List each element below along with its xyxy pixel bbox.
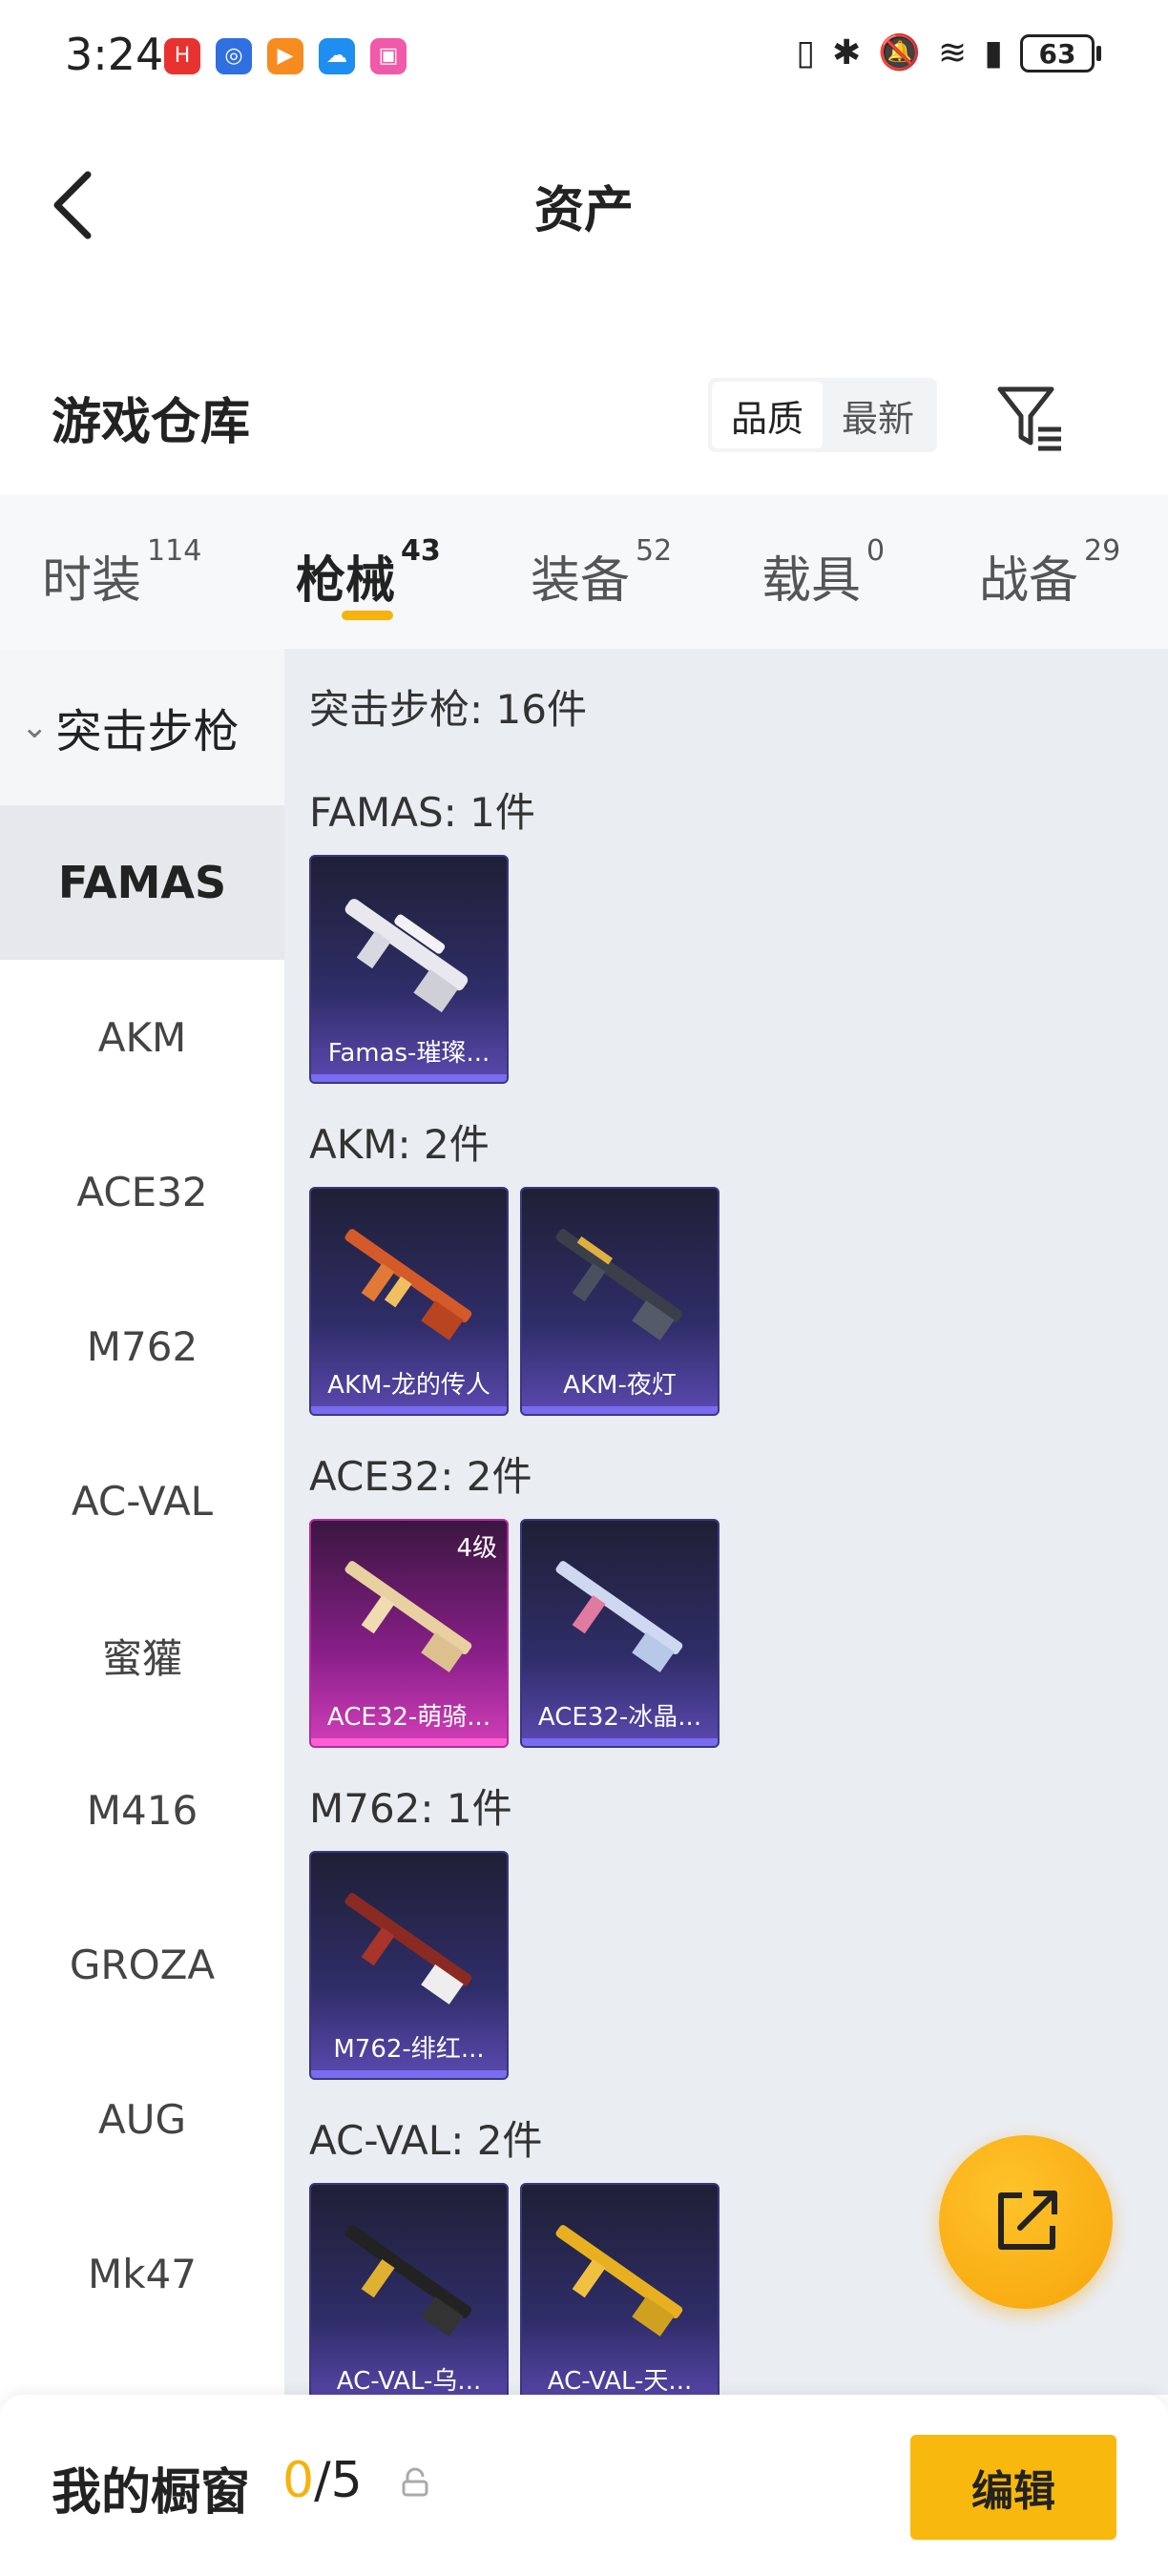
wifi-icon: ≋ xyxy=(938,33,968,73)
content-title: 突击步枪: 16件 xyxy=(309,686,587,733)
sidebar-item-famas[interactable]: FAMAS xyxy=(0,805,284,960)
weapon-card-ac-val-1[interactable]: AC-VAL-乌... xyxy=(309,2183,509,2395)
video-app-icon: ▶ xyxy=(267,38,303,74)
tab-equipment[interactable]: 装备52 xyxy=(531,534,672,612)
weapon-card-famas[interactable]: Famas-璀璨... xyxy=(309,855,509,1084)
notification-app-icons: H ◎ ▶ ☁ ▣ xyxy=(164,38,407,74)
lock-icon xyxy=(402,2467,428,2497)
weapon-card-akm-night-light[interactable]: AKM-夜灯 xyxy=(520,1187,720,1416)
sidebar-item-m762[interactable]: M762 xyxy=(0,1269,284,1423)
section-title: 游戏仓库 xyxy=(52,394,251,451)
showcase-count: 0/5 xyxy=(282,2452,363,2509)
mute-bell-icon: 🔕 xyxy=(878,33,922,73)
weapon-card-ac-val-2[interactable]: AC-VAL-天... xyxy=(520,2183,720,2395)
group-title-famas: FAMAS: 1件 xyxy=(309,789,535,836)
sort-toggle: 品质 最新 xyxy=(708,378,937,452)
tab-firearms[interactable]: 枪械43 xyxy=(296,534,441,612)
nfc-icon: ▯ xyxy=(796,33,816,73)
system-icons: ▯ ✱ 🔕 ≋ ▮ 63 xyxy=(796,34,1101,73)
bluetooth-icon: ✱ xyxy=(832,33,862,73)
sidebar-item-ac-val[interactable]: AC-VAL xyxy=(0,1423,284,1578)
page-title: 资产 xyxy=(533,182,634,239)
group-title-akm: AKM: 2件 xyxy=(309,1121,490,1168)
edit-button[interactable]: 编辑 xyxy=(910,2435,1116,2540)
filter-button[interactable] xyxy=(992,380,1069,456)
share-button[interactable] xyxy=(939,2135,1113,2309)
weapon-card-ace32-knight[interactable]: 4级 ACE32-萌骑... xyxy=(309,1519,509,1748)
huawei-app-icon: H xyxy=(164,38,200,74)
sidebar-item-m416[interactable]: M416 xyxy=(0,1733,284,1887)
weapon-card-akm-dragon[interactable]: AKM-龙的传人 xyxy=(309,1187,509,1416)
tab-vehicles[interactable]: 载具0 xyxy=(761,534,885,612)
sidebar-item-ace32[interactable]: ACE32 xyxy=(0,1114,284,1269)
category-tabs: 时装114 枪械43 装备52 载具0 战备29 xyxy=(0,494,1168,649)
rifle-image-icon xyxy=(344,1893,472,2005)
sidebar-category-assault-rifle[interactable]: ⌄ 突击步枪 xyxy=(0,649,284,805)
showcase-title: 我的橱窗 xyxy=(52,2464,251,2522)
bulb-app-icon: ◎ xyxy=(216,38,252,74)
sidebar-item-akm[interactable]: AKM xyxy=(0,960,284,1114)
rifle-image-icon xyxy=(344,2225,472,2337)
active-tab-indicator xyxy=(342,611,393,620)
showcase-bar: 我的橱窗 0/5 编辑 xyxy=(0,2395,1168,2576)
rifle-image-icon xyxy=(555,2225,683,2337)
cloud-app-icon: ☁ xyxy=(319,38,355,74)
sort-newest-button[interactable]: 最新 xyxy=(823,382,933,448)
weapon-card-m762-crimson[interactable]: M762-绯红... xyxy=(309,1851,509,2080)
rifle-image-icon xyxy=(555,1561,683,1672)
chevron-down-icon: ⌄ xyxy=(21,708,49,746)
weapon-content: 突击步枪: 16件 FAMAS: 1件 Famas-璀璨... AKM: 2件 … xyxy=(284,649,1168,2395)
paint-app-icon: ▣ xyxy=(370,38,407,74)
tab-supplies[interactable]: 战备29 xyxy=(979,534,1120,612)
weapon-card-ace32-ice[interactable]: ACE32-冰晶... xyxy=(520,1519,720,1748)
filter-icon xyxy=(997,386,1061,451)
weapon-sidebar: ⌄ 突击步枪 FAMAS AKM ACE32 M762 AC-VAL 蜜獾 M4… xyxy=(0,649,284,2395)
tab-fashion[interactable]: 时装114 xyxy=(42,534,201,612)
status-time: 3:24 xyxy=(65,29,164,80)
sidebar-item-groza[interactable]: GROZA xyxy=(0,1887,284,2042)
rifle-image-icon xyxy=(555,1229,683,1340)
sort-quality-button[interactable]: 品质 xyxy=(712,382,823,448)
status-bar: 3:24 H ◎ ▶ ☁ ▣ ▯ ✱ 🔕 ≋ ▮ 63 xyxy=(0,0,1168,114)
share-external-icon xyxy=(998,2191,1057,2250)
group-title-m762: M762: 1件 xyxy=(309,1785,512,1832)
sidebar-item-aug[interactable]: AUG xyxy=(0,2042,284,2196)
group-title-ace32: ACE32: 2件 xyxy=(309,1453,532,1500)
sidebar-item-honey-badger[interactable]: 蜜獾 xyxy=(0,1578,284,1733)
group-title-ac-val: AC-VAL: 2件 xyxy=(309,2117,543,2164)
sidebar-item-mk47[interactable]: Mk47 xyxy=(0,2196,284,2351)
rifle-image-icon xyxy=(344,1229,472,1340)
sim-alert-icon: ▮ xyxy=(984,33,1003,73)
rifle-image-icon xyxy=(344,899,469,1013)
battery-icon: 63 xyxy=(1020,34,1101,73)
